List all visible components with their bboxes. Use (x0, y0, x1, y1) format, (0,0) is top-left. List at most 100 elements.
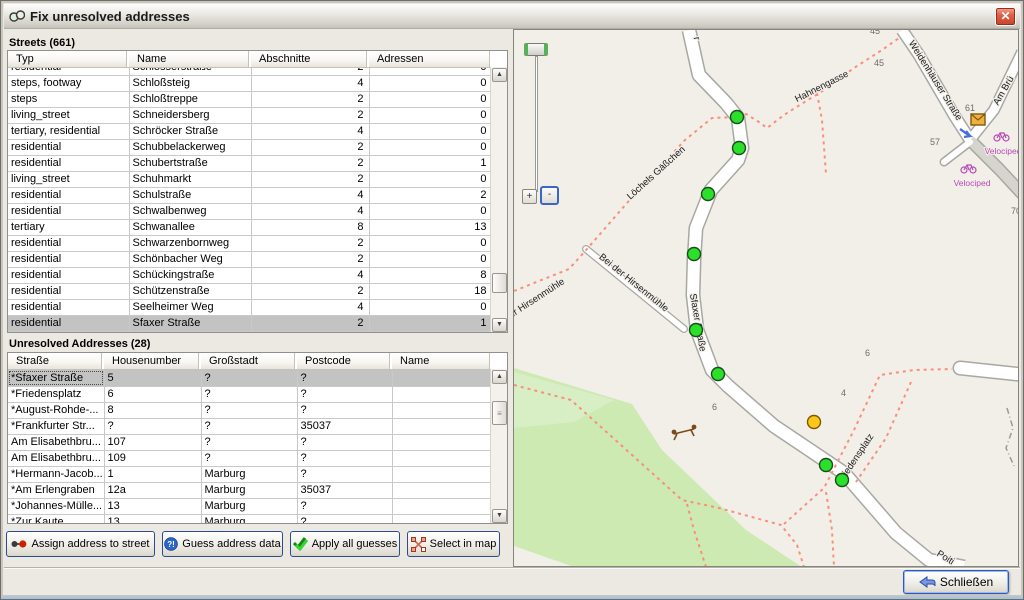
table-cell[interactable]: 0 (369, 123, 492, 139)
table-cell[interactable] (392, 418, 492, 434)
table-row[interactable]: *Johannes-Mülle...13Marburg? (8, 498, 492, 514)
table-cell[interactable]: *Zur Kaute (8, 514, 104, 524)
address-marker-green[interactable] (733, 142, 746, 155)
table-cell[interactable]: 18 (369, 283, 492, 299)
address-marker-yellow[interactable] (808, 416, 821, 429)
select-in-map-button[interactable]: Select in map (407, 531, 500, 557)
table-cell[interactable]: 4 (251, 299, 369, 315)
table-cell[interactable]: ? (201, 418, 297, 434)
table-cell[interactable]: Schloßsteig (129, 75, 251, 91)
table-cell[interactable]: 4 (251, 203, 369, 219)
table-cell[interactable]: 4 (251, 75, 369, 91)
table-cell[interactable]: ? (297, 370, 392, 386)
table-cell[interactable]: 2 (251, 315, 369, 331)
table-cell[interactable]: ? (297, 450, 392, 466)
table-cell[interactable]: 2 (251, 139, 369, 155)
map-view[interactable]: Velociped Velociped r Löchels Gäßchen Ha… (513, 29, 1019, 567)
table-cell[interactable] (392, 450, 492, 466)
table-row[interactable]: *August-Rohde-...8?? (8, 402, 492, 418)
title-bar[interactable]: Fix unresolved addresses ✕ (4, 4, 1020, 29)
table-cell[interactable]: 6 (104, 386, 201, 402)
scroll-down-icon[interactable]: ▼ (492, 318, 507, 332)
scroll-down-icon[interactable]: ▼ (492, 509, 507, 523)
table-cell[interactable]: 35037 (297, 418, 392, 434)
table-row[interactable]: Am Elisabethbru...107?? (8, 434, 492, 450)
table-cell[interactable]: 0 (369, 139, 492, 155)
table-cell[interactable]: Marburg (201, 514, 297, 524)
table-row[interactable]: *Frankfurter Str...??35037 (8, 418, 492, 434)
table-row[interactable]: residentialSchlosserstraße20 (8, 68, 492, 75)
table-cell[interactable]: Schwanallee (129, 219, 251, 235)
table-cell[interactable]: 1 (369, 315, 492, 331)
table-cell[interactable]: *Johannes-Mülle... (8, 498, 104, 514)
guess-address-button[interactable]: ?! Guess address data (162, 531, 283, 557)
table-cell[interactable]: 8 (251, 219, 369, 235)
table-cell[interactable]: ? (297, 434, 392, 450)
table-row[interactable]: *Am Erlengraben12aMarburg35037 (8, 482, 492, 498)
table-cell[interactable] (392, 386, 492, 402)
streets-scroll-thumb[interactable] (492, 273, 507, 293)
zoom-out-button[interactable]: - (540, 186, 559, 205)
zoom-in-button[interactable]: + (522, 189, 537, 204)
table-cell[interactable] (392, 370, 492, 386)
table-cell[interactable]: ? (297, 402, 392, 418)
col-strasse[interactable]: Straße (8, 353, 104, 369)
table-cell[interactable]: ? (201, 386, 297, 402)
table-cell[interactable]: tertiary, residential (8, 123, 129, 139)
table-cell[interactable]: residential (8, 267, 129, 283)
col-housenumber[interactable]: Housenumber (104, 353, 201, 369)
table-cell[interactable] (392, 434, 492, 450)
table-row[interactable]: residentialSchubbelackerweg20 (8, 139, 492, 155)
table-cell[interactable]: residential (8, 139, 129, 155)
table-cell[interactable]: 2 (251, 155, 369, 171)
table-cell[interactable]: 0 (369, 107, 492, 123)
table-cell[interactable]: 35037 (297, 482, 392, 498)
table-cell[interactable]: 0 (369, 75, 492, 91)
address-marker-green[interactable] (690, 324, 703, 337)
address-marker-green[interactable] (731, 111, 744, 124)
table-cell[interactable]: 13 (369, 219, 492, 235)
table-cell[interactable]: residential (8, 315, 129, 331)
table-cell[interactable]: Schloßtreppe (129, 91, 251, 107)
table-row[interactable]: residentialSchützenstraße218 (8, 283, 492, 299)
col-typ[interactable]: Typ (8, 51, 129, 67)
table-row[interactable]: residentialSchulstraße42 (8, 187, 492, 203)
addresses-scroll-thumb[interactable]: ≡ (492, 401, 507, 425)
map-canvas[interactable]: Velociped Velociped r Löchels Gäßchen Ha… (514, 30, 1019, 567)
table-row[interactable]: *Friedensplatz6?? (8, 386, 492, 402)
table-row[interactable]: residentialSchönbacher Weg20 (8, 251, 492, 267)
table-cell[interactable]: living_street (8, 171, 129, 187)
table-cell[interactable]: ? (201, 434, 297, 450)
table-cell[interactable]: Seelheimer Weg (129, 299, 251, 315)
table-row[interactable]: Am Elisabethbru...109?? (8, 450, 492, 466)
table-cell[interactable]: tertiary (8, 219, 129, 235)
table-cell[interactable]: 4 (251, 187, 369, 203)
table-cell[interactable]: Schulstraße (129, 187, 251, 203)
table-row[interactable]: residentialSchubertstraße21 (8, 155, 492, 171)
table-cell[interactable]: *August-Rohde-... (8, 402, 104, 418)
table-cell[interactable]: Schönbacher Weg (129, 251, 251, 267)
table-cell[interactable] (392, 498, 492, 514)
table-cell[interactable]: 2 (251, 107, 369, 123)
table-cell[interactable]: residential (8, 283, 129, 299)
table-cell[interactable]: residential (8, 299, 129, 315)
table-cell[interactable]: living_street (8, 107, 129, 123)
col-name[interactable]: Name (129, 51, 251, 67)
address-marker-green[interactable] (712, 368, 725, 381)
table-cell[interactable]: 2 (369, 187, 492, 203)
table-cell[interactable]: ? (201, 450, 297, 466)
table-cell[interactable]: 0 (369, 68, 492, 75)
assign-address-button[interactable]: Assign address to street (6, 531, 155, 557)
table-cell[interactable]: Am Elisabethbru... (8, 450, 104, 466)
table-row[interactable]: living_streetSchuhmarkt20 (8, 171, 492, 187)
col-grossstadt[interactable]: Großstadt (201, 353, 297, 369)
table-cell[interactable]: residential (8, 187, 129, 203)
table-cell[interactable]: *Sfaxer Straße (8, 370, 104, 386)
table-cell[interactable]: residential (8, 68, 129, 75)
scroll-up-icon[interactable]: ▲ (492, 370, 507, 384)
table-cell[interactable]: 0 (369, 251, 492, 267)
table-cell[interactable]: 2 (251, 251, 369, 267)
table-row[interactable]: *Zur Kaute13Marburg? (8, 514, 492, 524)
table-cell[interactable]: 4 (251, 123, 369, 139)
table-cell[interactable]: 2 (251, 171, 369, 187)
